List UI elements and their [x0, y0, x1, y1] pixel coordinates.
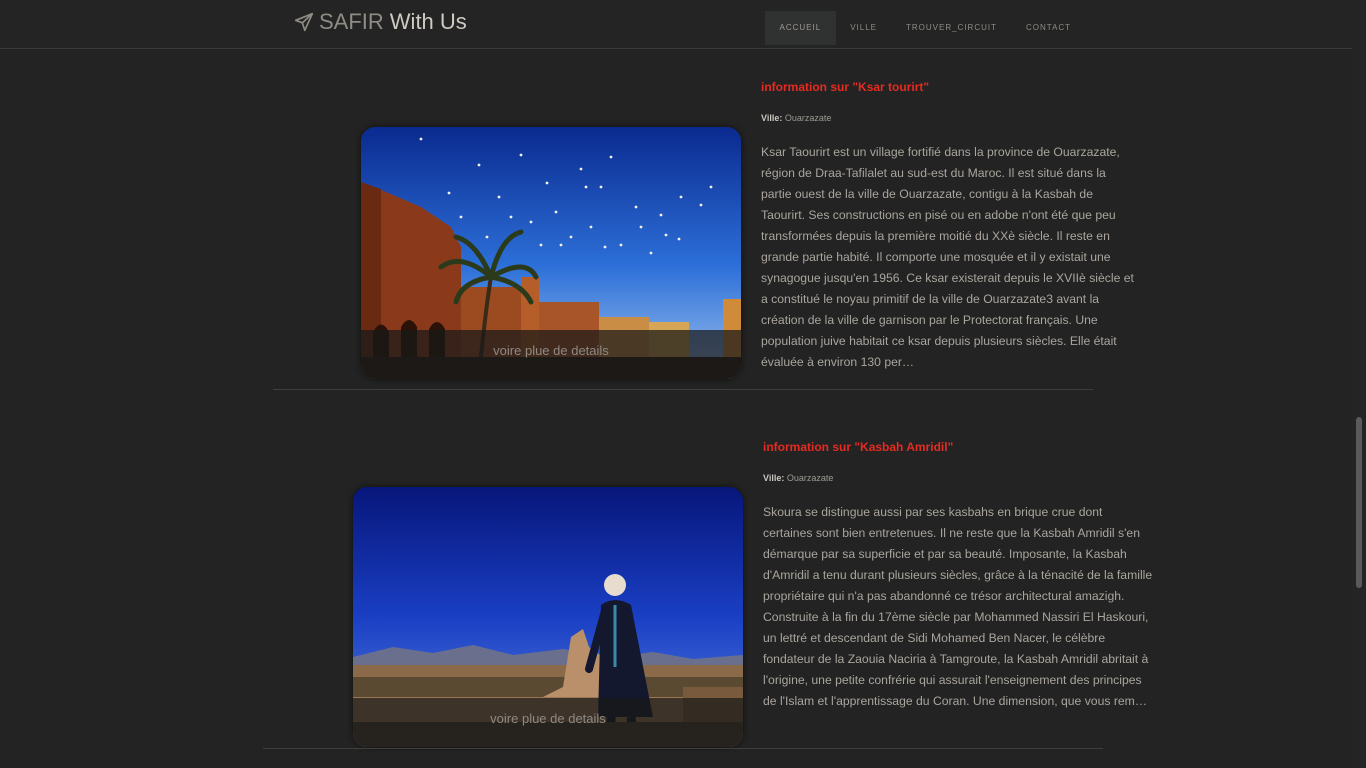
main-nav: ACCUEIL VILLE TROUVER_CIRCUIT CONTACT	[765, 11, 1086, 45]
card-divider	[273, 389, 1093, 390]
city-value: Ouarzazate	[786, 473, 834, 483]
nav-accueil[interactable]: ACCUEIL	[765, 11, 836, 45]
place-city: Ville: Ouarzazate	[763, 473, 833, 483]
nav-trouver-circuit[interactable]: TROUVER_CIRCUIT	[891, 11, 1011, 45]
top-navbar: SAFIR With Us ACCUEIL VILLE TROUVER_CIRC…	[0, 0, 1366, 49]
place-title: information sur "Ksar tourirt"	[761, 80, 930, 94]
place-photo[interactable]: voire plue de details	[361, 127, 741, 379]
city-label: Ville:	[761, 113, 783, 123]
place-description: Skoura se distingue aussi par ses kasbah…	[763, 505, 1153, 708]
details-link[interactable]: voire plue de details	[353, 698, 743, 747]
brand-logo-link[interactable]: SAFIR With Us	[294, 9, 467, 35]
page-scrollbar[interactable]	[1352, 0, 1366, 768]
scrollbar-thumb[interactable]	[1356, 417, 1362, 588]
city-value: Ouarzazate	[784, 113, 832, 123]
city-label: Ville:	[763, 473, 785, 483]
details-link[interactable]: voire plue de details	[361, 330, 741, 379]
nav-ville[interactable]: VILLE	[836, 11, 892, 45]
paper-plane-icon	[294, 12, 314, 32]
brand-name-part1: SAFIR	[319, 9, 384, 34]
place-description: Ksar Taourirt est un village fortifié da…	[761, 145, 1134, 369]
place-photo[interactable]: voire plue de details	[353, 487, 743, 747]
nav-contact[interactable]: CONTACT	[1012, 11, 1086, 45]
place-city: Ville: Ouarzazate	[761, 113, 831, 123]
place-title: information sur "Kasbah Amridil"	[763, 440, 954, 454]
card-divider	[263, 748, 1103, 749]
brand-name-part2: With Us	[389, 9, 467, 34]
